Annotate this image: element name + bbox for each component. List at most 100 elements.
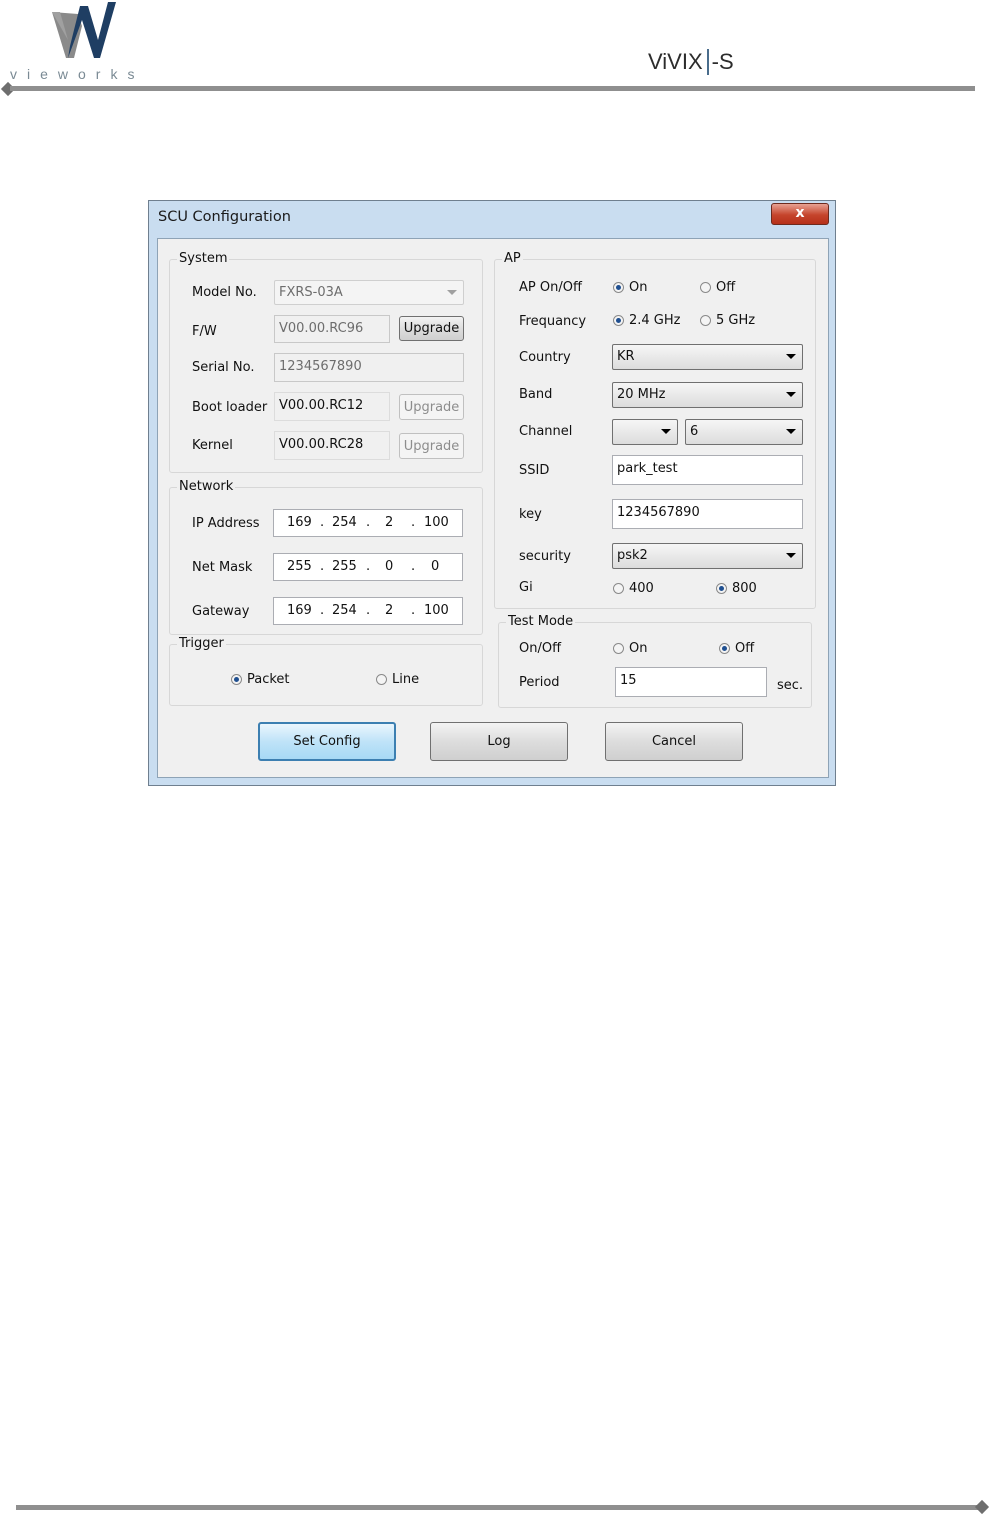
- serial-field[interactable]: 1234567890: [274, 353, 464, 382]
- gi-label: Gi: [519, 580, 533, 595]
- log-button[interactable]: Log: [430, 722, 568, 761]
- trigger-packet-radio[interactable]: Packet: [231, 672, 290, 687]
- freq-5-radio[interactable]: 5 GHz: [700, 313, 755, 328]
- gateway-dot: .: [320, 603, 325, 618]
- radio-unselected-icon: [613, 643, 624, 654]
- mask-octet: 0: [431, 559, 440, 574]
- ap-group: AP AP On/Off On Off Frequancy 2.4 GHz 5 …: [494, 251, 816, 609]
- ip-address-label: IP Address: [192, 516, 260, 531]
- network-group-title: Network: [177, 479, 236, 494]
- gi-800-label: 800: [732, 581, 757, 596]
- gateway-dot: .: [366, 603, 371, 618]
- system-group-title: System: [177, 251, 230, 266]
- radio-unselected-icon: [613, 583, 624, 594]
- mask-dot: .: [411, 559, 416, 574]
- test-on-radio[interactable]: On: [613, 641, 647, 656]
- band-label: Band: [519, 387, 553, 402]
- ip-octet: 2: [385, 515, 394, 530]
- gi-400-radio[interactable]: 400: [613, 581, 654, 596]
- ap-off-label: Off: [716, 280, 736, 295]
- radio-unselected-icon: [700, 282, 711, 293]
- cancel-button[interactable]: Cancel: [605, 722, 743, 761]
- radio-selected-icon: [231, 674, 242, 685]
- net-mask-field[interactable]: 255 . 255 . 0 . 0: [273, 553, 463, 581]
- mask-octet: 255: [287, 559, 312, 574]
- security-value: psk2: [617, 548, 648, 563]
- title-bar[interactable]: SCU Configuration x: [149, 201, 835, 237]
- gateway-octet: 2: [385, 603, 394, 618]
- country-select[interactable]: KR: [612, 344, 803, 370]
- mask-dot: .: [366, 559, 371, 574]
- radio-selected-icon: [613, 282, 624, 293]
- bootloader-label: Boot loader: [192, 400, 268, 415]
- period-unit: sec.: [777, 678, 804, 693]
- mask-octet: 255: [332, 559, 357, 574]
- radio-unselected-icon: [376, 674, 387, 685]
- bootloader-upgrade-button[interactable]: Upgrade: [399, 394, 464, 420]
- set-config-button[interactable]: Set Config: [258, 722, 396, 761]
- dialog-client-area: System Model No. FXRS-03A F/W V00.00.RC9…: [157, 238, 829, 778]
- ip-octet: 169: [287, 515, 312, 530]
- test-off-radio[interactable]: Off: [719, 641, 754, 656]
- kernel-upgrade-button[interactable]: Upgrade: [399, 433, 464, 459]
- gateway-octet: 254: [332, 603, 357, 618]
- chevron-down-icon: [786, 429, 796, 434]
- frequency-label: Frequancy: [519, 314, 587, 329]
- test-on-label: On: [629, 641, 648, 656]
- test-off-label: Off: [735, 641, 755, 656]
- trigger-packet-label: Packet: [247, 672, 290, 687]
- test-mode-group-title: Test Mode: [506, 614, 576, 629]
- key-field[interactable]: 1234567890: [612, 499, 803, 529]
- ssid-label: SSID: [519, 463, 550, 478]
- trigger-group: Trigger Packet Line: [169, 636, 483, 706]
- ip-octet: 254: [332, 515, 357, 530]
- chevron-down-icon: [661, 429, 671, 434]
- model-select[interactable]: FXRS-03A: [274, 280, 464, 305]
- gateway-field[interactable]: 169 . 254 . 2 . 100: [273, 597, 463, 625]
- ip-dot: .: [366, 515, 371, 530]
- ap-off-radio[interactable]: Off: [700, 280, 735, 295]
- ap-group-title: AP: [502, 251, 523, 266]
- gateway-octet: 100: [424, 603, 449, 618]
- fw-upgrade-button[interactable]: Upgrade: [399, 316, 464, 341]
- radio-unselected-icon: [700, 315, 711, 326]
- chevron-down-icon: [786, 553, 796, 558]
- fw-field[interactable]: V00.00.RC96: [274, 315, 390, 343]
- period-field[interactable]: 15: [615, 667, 767, 697]
- ip-dot: .: [320, 515, 325, 530]
- chevron-down-icon: [447, 290, 457, 295]
- channel-select-2[interactable]: 6: [685, 419, 803, 445]
- chevron-down-icon: [786, 392, 796, 397]
- ap-on-radio[interactable]: On: [613, 280, 647, 295]
- ssid-field[interactable]: park_test: [612, 455, 803, 485]
- mask-dot: .: [320, 559, 325, 574]
- test-mode-group: Test Mode On/Off On Off Period 15 sec.: [498, 614, 812, 708]
- serial-label: Serial No.: [192, 360, 255, 375]
- gateway-octet: 169: [287, 603, 312, 618]
- chevron-down-icon: [786, 354, 796, 359]
- footer-rule: [16, 1505, 981, 1510]
- model-value: FXRS-03A: [279, 285, 343, 300]
- gi-800-radio[interactable]: 800: [716, 581, 757, 596]
- country-value: KR: [617, 349, 635, 364]
- scu-config-window: SCU Configuration x System Model No. FXR…: [148, 200, 836, 786]
- footer-rule-diamond: [974, 1499, 990, 1515]
- fw-label: F/W: [192, 324, 217, 339]
- close-button[interactable]: x: [771, 203, 829, 225]
- security-select[interactable]: psk2: [612, 543, 803, 569]
- gateway-label: Gateway: [192, 604, 250, 619]
- key-label: key: [519, 507, 542, 522]
- trigger-line-radio[interactable]: Line: [376, 672, 419, 687]
- system-group: System Model No. FXRS-03A F/W V00.00.RC9…: [169, 251, 483, 473]
- mask-octet: 0: [385, 559, 394, 574]
- gateway-dot: .: [411, 603, 416, 618]
- ip-address-field[interactable]: 169 . 254 . 2 . 100: [273, 509, 463, 537]
- channel-select-1[interactable]: [612, 419, 678, 445]
- freq-5-label: 5 GHz: [716, 313, 756, 328]
- radio-selected-icon: [716, 583, 727, 594]
- product-logo-suffix: -S: [711, 49, 734, 74]
- test-onoff-label: On/Off: [519, 641, 562, 656]
- freq-24-radio[interactable]: 2.4 GHz: [613, 313, 680, 328]
- bootloader-field: V00.00.RC12: [274, 392, 390, 421]
- band-select[interactable]: 20 MHz: [612, 382, 803, 408]
